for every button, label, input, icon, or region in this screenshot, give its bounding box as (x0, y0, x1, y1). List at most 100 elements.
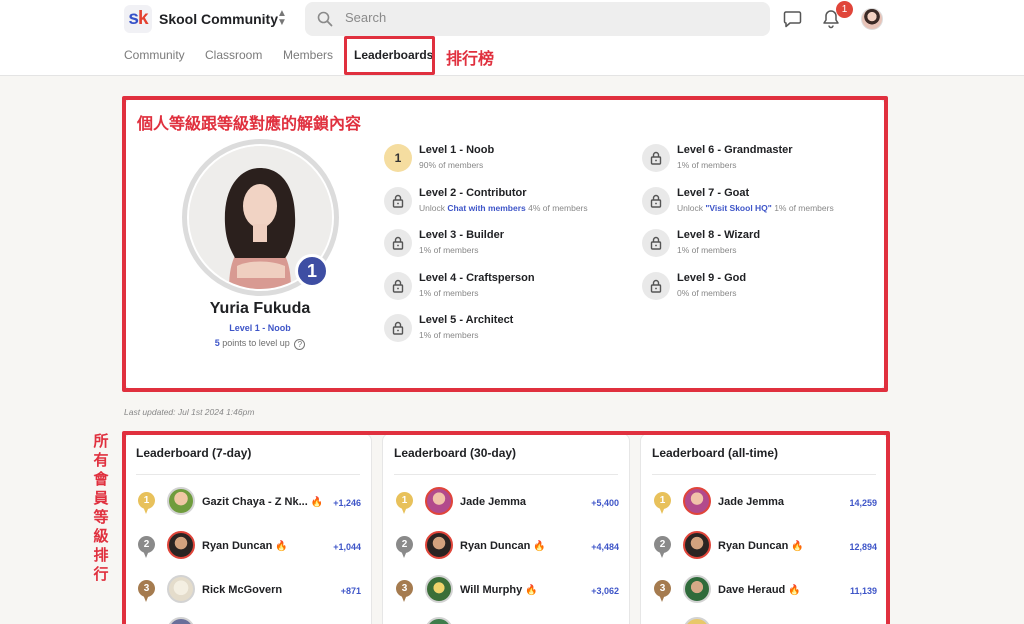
annotation-levels: 個人等級跟等級對應的解鎖內容 (137, 116, 362, 133)
member-avatar[interactable] (425, 575, 453, 603)
gold-medal-icon: 1 (138, 492, 155, 515)
fire-icon: 🔥 (788, 585, 801, 596)
lock-icon (384, 314, 412, 342)
annotation-char: 排 (93, 547, 109, 564)
level-members: 90% of members (419, 160, 483, 170)
annotation-char: 級 (93, 528, 109, 545)
level-members-pct: 1% of members (677, 245, 737, 255)
fire-icon: 🔥 (533, 541, 546, 552)
member-name[interactable]: Jade Jemma (460, 496, 526, 508)
annotation-char: 會 (93, 471, 109, 488)
level-name: Level 4 - Craftsperson (419, 272, 535, 284)
lock-icon (384, 187, 412, 215)
member-name[interactable]: Ryan Duncan 🔥 (460, 540, 546, 552)
member-avatar[interactable] (425, 531, 453, 559)
member-points: +4,484 (591, 542, 619, 552)
member-avatar[interactable] (425, 487, 453, 515)
silver-medal-icon: 2 (396, 536, 413, 559)
member-points: 12,894 (849, 542, 877, 552)
member-name[interactable]: Ryan Duncan 🔥 (718, 540, 804, 552)
level-name: Level 2 - Contributor (419, 187, 527, 199)
member-name[interactable]: Will Murphy 🔥 (460, 584, 538, 596)
annotation-char: 有 (93, 452, 109, 469)
annotation-char: 等 (93, 509, 109, 526)
profile-level-label: Level 1 - Noob (229, 323, 291, 333)
member-name-text: Jade Jemma (460, 496, 527, 508)
community-logo[interactable]: sk (124, 5, 152, 33)
bronze-medal-icon: 3 (654, 580, 671, 603)
fire-icon: 🔥 (791, 541, 804, 552)
community-switcher-icon[interactable]: ▲ ▼ (276, 9, 288, 29)
bronze-medal-icon: 3 (396, 580, 413, 603)
member-name-text: Jade Jemma (718, 496, 785, 508)
member-name-text: Dave Heraud (718, 584, 786, 596)
tab-members[interactable]: Members (283, 48, 333, 62)
lock-icon (642, 144, 670, 172)
level-members-pct: 4% of members (525, 203, 588, 213)
level-name: Level 8 - Wizard (677, 229, 761, 241)
member-name-text: Ryan Duncan (718, 540, 789, 552)
community-name[interactable]: Skool Community (159, 11, 278, 27)
level-members-pct: 1% of members (419, 330, 479, 340)
profile-name: Yuria Fukuda (209, 300, 311, 317)
last-updated: Last updated: Jul 1st 2024 1:46pm (124, 407, 255, 417)
level-name: Level 7 - Goat (677, 187, 750, 199)
leaderboard-title: Leaderboard (7-day) (136, 446, 252, 460)
level-members: 1% of members (419, 330, 479, 340)
member-avatar[interactable] (167, 575, 195, 603)
level-members: 0% of members (677, 288, 737, 298)
level-unlock-link[interactable]: Chat with members (447, 203, 525, 213)
member-name[interactable]: Jade Jemma (718, 496, 784, 508)
member-points: 14,259 (849, 498, 877, 508)
level-members-pct: 1% of members (419, 288, 479, 298)
level-name: Level 5 - Architect (419, 314, 514, 326)
profile-level-badge: 1 (295, 254, 329, 288)
level-members: Unlock Chat with members 4% of members (419, 203, 588, 213)
divider (136, 474, 360, 475)
leaderboards-tab-highlight (344, 36, 435, 75)
gold-medal-icon: 1 (654, 492, 671, 515)
level-members-pct: 1% of members (771, 203, 834, 213)
member-points: +1,044 (333, 542, 361, 552)
member-name[interactable]: Ryan Duncan 🔥 (202, 540, 288, 552)
member-avatar[interactable] (683, 575, 711, 603)
member-name-text: Will Murphy (460, 584, 523, 596)
level-members-pct: 1% of members (677, 160, 737, 170)
level-unlock-link[interactable]: "Visit Skool HQ" (705, 203, 771, 213)
divider (652, 474, 876, 475)
member-points: +871 (340, 586, 361, 596)
lock-icon (642, 272, 670, 300)
member-avatar[interactable] (683, 487, 711, 515)
member-name[interactable]: Dave Heraud 🔥 (718, 584, 801, 596)
user-avatar[interactable] (861, 8, 883, 30)
member-name-text: Gazit Chaya - Z Nk... (202, 496, 308, 508)
level-members: 1% of members (419, 245, 479, 255)
level-members: 1% of members (677, 245, 737, 255)
level-members: Unlock "Visit Skool HQ" 1% of members (677, 203, 834, 213)
level-members-pct: 1% of members (419, 245, 479, 255)
member-name[interactable]: Rick McGovern (202, 584, 282, 596)
help-icon[interactable]: ? (294, 339, 306, 350)
search-bar[interactable] (305, 2, 770, 36)
annotation-leaderboards: 排行榜 (446, 51, 495, 68)
tab-community[interactable]: Community (124, 48, 185, 62)
member-avatar[interactable] (167, 531, 195, 559)
chat-icon[interactable] (783, 10, 802, 28)
level-name: Level 9 - God (677, 272, 747, 284)
search-input[interactable] (345, 10, 745, 25)
notification-badge: 1 (836, 1, 853, 18)
member-avatar[interactable] (167, 487, 195, 515)
lock-icon (384, 272, 412, 300)
gold-medal-icon: 1 (396, 492, 413, 515)
silver-medal-icon: 2 (654, 536, 671, 559)
divider (394, 474, 618, 475)
member-points: 11,139 (849, 586, 877, 596)
annotation-rankings: 所 有 會 員 等 級 排 行 (92, 432, 110, 584)
tab-classroom[interactable]: Classroom (205, 48, 262, 62)
level-name: Level 1 - Noob (419, 144, 495, 156)
member-avatar[interactable] (683, 531, 711, 559)
member-points: +5,400 (591, 498, 619, 508)
level-name: Level 3 - Builder (419, 229, 504, 241)
member-name-text: Ryan Duncan (460, 540, 531, 552)
annotation-char: 行 (93, 566, 109, 583)
